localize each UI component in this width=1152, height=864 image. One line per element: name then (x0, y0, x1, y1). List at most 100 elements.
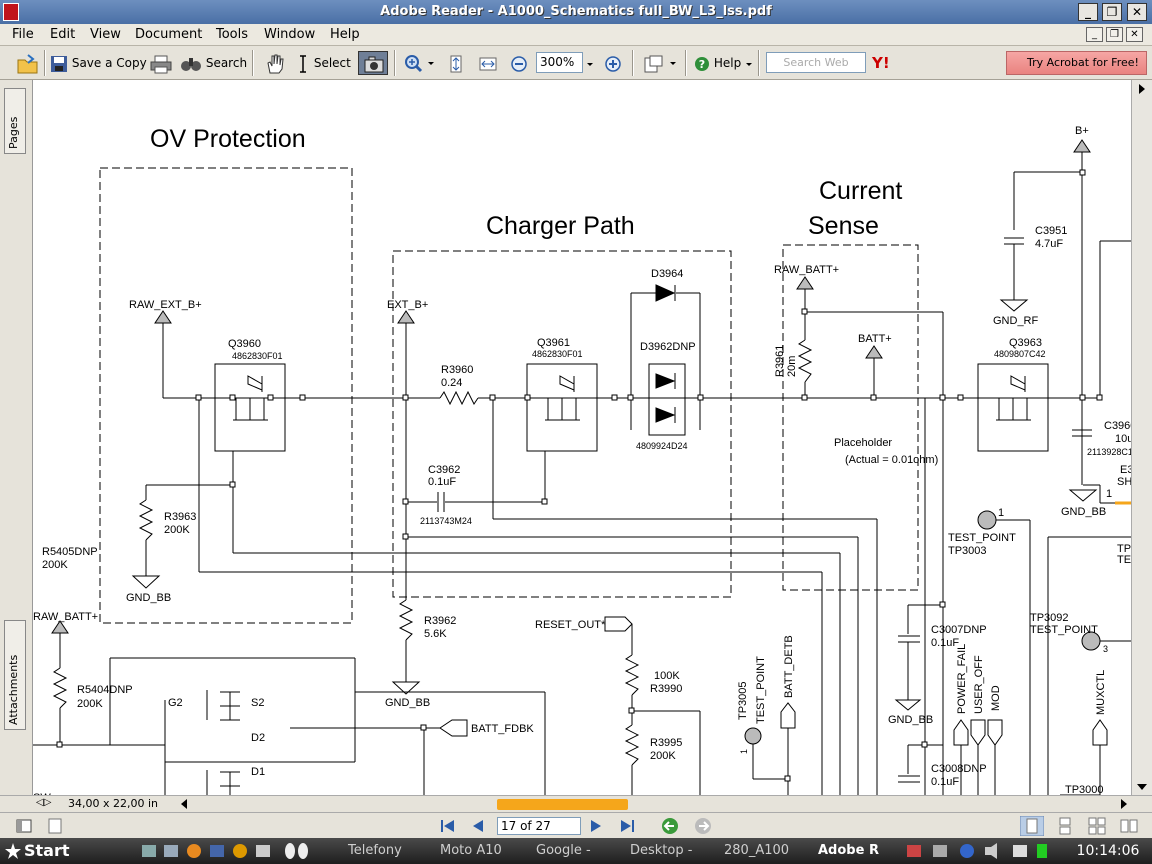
current-sense-title-2: Sense (808, 212, 879, 240)
split-handle-icon[interactable]: ◁▷ (36, 797, 51, 808)
zoom-out-icon[interactable] (510, 51, 528, 75)
next-page-icon[interactable] (590, 819, 602, 833)
menu-edit[interactable]: Edit (50, 27, 75, 42)
doc-minimize-icon[interactable]: _ (1086, 27, 1103, 42)
menu-document[interactable]: Document (135, 27, 202, 42)
task-adobe-reader[interactable]: Adobe R (802, 841, 888, 861)
current-sense-title-1: Current (819, 177, 902, 205)
doc-restore-icon[interactable]: ❐ (1106, 27, 1123, 42)
try-acrobat-label: Try Acrobat for Free! (1027, 56, 1139, 69)
search-label: Search (205, 56, 248, 70)
svg-text:?: ? (699, 58, 705, 71)
page-size-label: 34,00 x 22,00 in (68, 797, 159, 810)
open-icon[interactable] (16, 51, 40, 75)
title-bar: Adobe Reader - A1000_Schematics full_BW_… (0, 0, 1152, 24)
menu-help[interactable]: Help (330, 27, 360, 42)
r3962-label: R3962 (424, 615, 456, 627)
menu-view[interactable]: View (90, 27, 121, 42)
tp3092-pin: 3 (1103, 644, 1108, 654)
yahoo-icon[interactable]: Y! (872, 51, 890, 75)
close-button[interactable]: ✕ (1127, 3, 1147, 21)
zoom-dropdown-icon[interactable] (586, 51, 594, 75)
search-button[interactable]: Search (180, 51, 247, 75)
menu-window[interactable]: Window (264, 27, 315, 42)
tp3005-label: TP3005 (737, 681, 749, 720)
save-copy-button[interactable]: Save a Copy (50, 51, 147, 75)
d3964-label: D3964 (651, 268, 683, 280)
minimize-button[interactable]: _ (1078, 3, 1098, 21)
go-back-icon[interactable] (660, 817, 680, 835)
gnd-rf-label: GND_RF (993, 315, 1039, 327)
pin-g2: G2 (168, 697, 183, 709)
horizontal-scrollbar[interactable]: ◁▷ 34,00 x 22,00 in (0, 795, 1152, 812)
r3990-label: R3990 (650, 683, 682, 695)
net-batt: BATT+ (858, 333, 892, 345)
q3961-label: Q3961 (537, 337, 570, 349)
select-tool-button[interactable]: Select (296, 51, 351, 75)
continuous-facing-icon[interactable] (1088, 817, 1106, 835)
zoom-in-icon[interactable] (604, 51, 622, 75)
q3963-label: Q3963 (1009, 337, 1042, 349)
pages-tab[interactable]: Pages (4, 88, 26, 154)
maximize-button[interactable]: ❐ (1102, 3, 1122, 21)
r3961-value: 20m (786, 356, 798, 377)
vertical-scrollbar[interactable] (1131, 80, 1152, 795)
net-reset-out: RESET_OUT* (535, 619, 606, 631)
go-forward-icon[interactable] (693, 817, 713, 835)
fit-width-icon[interactable] (478, 51, 498, 75)
first-page-icon[interactable] (440, 819, 456, 833)
task-folder[interactable]: 280_A100 (708, 841, 794, 861)
document-view[interactable]: OV Protection Charger Path Current Sense… (33, 80, 1131, 795)
scroll-arrows (1137, 84, 1147, 790)
c3007-label: C3007DNP (931, 624, 987, 636)
last-page-icon[interactable] (620, 819, 636, 833)
zoom-in-tool-icon[interactable] (404, 51, 434, 75)
scroll-left-icon[interactable] (180, 799, 188, 810)
pin-d1: D1 (251, 766, 265, 778)
attachments-tab[interactable]: Attachments (4, 620, 26, 730)
continuous-view-icon[interactable] (1056, 817, 1074, 835)
horizontal-scroll-thumb[interactable] (497, 799, 628, 810)
facing-view-icon[interactable] (1120, 817, 1138, 835)
help-label: Help (713, 56, 742, 70)
task-telefony[interactable]: Telefony (332, 841, 418, 861)
tp3092-tp: TEST_POINT (1030, 624, 1098, 636)
r5405-label: R5405DNP (42, 546, 98, 558)
print-icon[interactable] (150, 51, 172, 75)
try-acrobat-button[interactable]: Try Acrobat for Free! (1006, 51, 1147, 75)
pin-d2: D2 (251, 732, 265, 744)
label-e3: E3 (1120, 464, 1131, 476)
search-web-input[interactable]: Search Web (766, 52, 866, 73)
menu-tools[interactable]: Tools (216, 27, 248, 42)
system-tray[interactable] (905, 842, 1055, 860)
scroll-right-icon[interactable] (1120, 799, 1128, 810)
tp3005-tp: TEST_POINT (755, 656, 767, 724)
rotate-pages-icon[interactable] (642, 51, 678, 75)
page-icon[interactable] (48, 818, 62, 834)
fit-height-icon[interactable] (447, 51, 465, 75)
navigation-sidebar: Pages Attachments (0, 80, 33, 795)
adobe-reader-window: Adobe Reader - A1000_Schematics full_BW_… (0, 0, 1152, 864)
zoom-level-field[interactable]: 300% (536, 52, 583, 73)
page-number-field[interactable]: 17 of 27 (497, 817, 581, 835)
snapshot-tool-icon[interactable] (358, 51, 388, 75)
previous-page-icon[interactable] (472, 819, 484, 833)
task-desktop[interactable]: Desktop - (614, 841, 700, 861)
binoculars-icon (181, 57, 201, 71)
doc-close-icon[interactable]: ✕ (1126, 27, 1143, 42)
menu-file[interactable]: File (12, 27, 34, 42)
start-button[interactable]: Start (2, 840, 96, 862)
task-google[interactable]: Google - (520, 841, 606, 861)
help-button[interactable]: ? Help (694, 51, 753, 75)
ov-protection-block (99, 167, 353, 624)
single-page-view-icon[interactable] (1020, 816, 1044, 836)
hand-tool-icon[interactable] (264, 51, 286, 75)
c3960-pn: 2113928C1 (1087, 447, 1131, 457)
d3962-pn: 4809924D24 (636, 441, 688, 451)
task-moto[interactable]: Moto A10 (424, 841, 510, 861)
quick-launch-icons[interactable] (140, 842, 325, 860)
chevron-down-icon (746, 62, 753, 66)
show-navigation-icon[interactable] (16, 818, 32, 834)
net-raw-ext-b: RAW_EXT_B+ (129, 299, 202, 311)
r3963-label: R3963 (164, 511, 196, 523)
